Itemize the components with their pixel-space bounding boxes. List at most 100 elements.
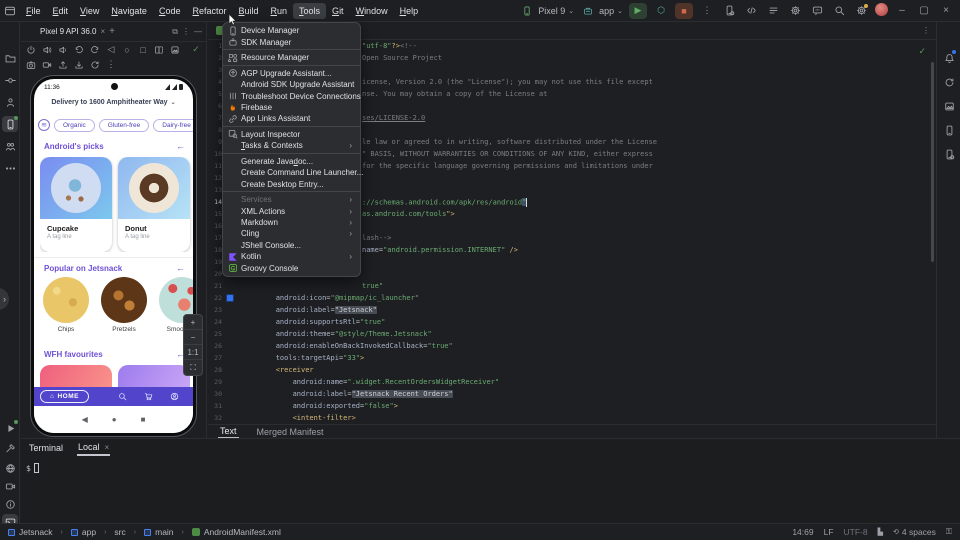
menu-item-app-links-assistant[interactable]: App Links Assistant — [223, 113, 360, 124]
run-config-selector[interactable]: app ⌄ — [580, 3, 623, 19]
close-tab-icon[interactable]: × — [105, 443, 110, 452]
back-icon[interactable]: ◁ — [105, 44, 117, 56]
volume-up-icon[interactable] — [41, 44, 53, 56]
screen-record-icon[interactable] — [2, 478, 18, 494]
reset-icon[interactable] — [89, 59, 101, 71]
device-selector[interactable]: Pixel 9 ⌄ — [519, 3, 574, 19]
filter-icon[interactable]: ≋ — [38, 119, 50, 131]
code-line[interactable]: 32 <intent-filter> — [208, 412, 936, 424]
more-icon[interactable] — [2, 160, 18, 176]
menu-refactor[interactable]: Refactor — [186, 3, 232, 19]
snack-card[interactable]: CupcakeA tag line — [40, 157, 112, 252]
menu-item-markdown[interactable]: Markdown› — [223, 217, 360, 228]
nav-back-button[interactable]: ◀ — [82, 415, 88, 424]
structure-icon[interactable] — [2, 94, 18, 110]
run-icon[interactable] — [2, 420, 18, 436]
menu-window[interactable]: Window — [350, 3, 394, 19]
screen-record-icon[interactable] — [41, 59, 53, 71]
menu-view[interactable]: View — [74, 3, 105, 19]
menu-build[interactable]: Build — [232, 3, 264, 19]
gradle-icon[interactable] — [941, 74, 957, 90]
zoom-control-−[interactable]: − — [184, 330, 202, 345]
rotate-right-icon[interactable] — [89, 44, 101, 56]
stop-button[interactable]: ■ — [675, 3, 693, 19]
menu-item-agp-upgrade-assistant[interactable]: AGP Upgrade Assistant... — [223, 68, 360, 79]
menu-item-cling[interactable]: Cling› — [223, 228, 360, 239]
code-line[interactable]: 25 android:theme="@style/Theme.Jetsnack" — [208, 328, 936, 340]
rotate-left-icon[interactable] — [73, 44, 85, 56]
terminal-tab-local[interactable]: Local × — [77, 440, 110, 456]
column-mode-icon[interactable]: ▙ — [878, 528, 883, 536]
menu-item-sdk-manager[interactable]: SDK Manager — [223, 36, 360, 47]
zoom-control-+[interactable]: + — [184, 315, 202, 330]
project-icon[interactable] — [2, 50, 18, 66]
web-icon[interactable] — [2, 460, 18, 476]
code-line[interactable]: 26 android:enableOnBackInvokedCallback="… — [208, 340, 936, 352]
device-manager-icon[interactable] — [941, 122, 957, 138]
menu-navigate[interactable]: Navigate — [105, 3, 153, 19]
run-button[interactable]: ▶ — [629, 3, 647, 19]
manifest-tab-text[interactable]: Text — [218, 425, 239, 439]
editor-options-icon[interactable]: ⋮ — [922, 26, 930, 35]
zoom-fit-icon[interactable]: ⛶ — [184, 360, 202, 375]
nav-cart-icon[interactable] — [135, 392, 161, 401]
power-icon[interactable] — [25, 44, 37, 56]
nav-search-icon[interactable] — [109, 392, 135, 401]
menu-item-troubleshoot-device-connections[interactable]: Troubleshoot Device Connections — [223, 90, 360, 101]
code-line[interactable]: 27 tools:targetApi="33"> — [208, 352, 936, 364]
camera-icon[interactable] — [25, 59, 37, 71]
code-line[interactable]: 21true" — [208, 280, 936, 292]
menu-run[interactable]: Run — [265, 3, 294, 19]
breadcrumb-item[interactable]: AndroidManifest.xml — [192, 527, 281, 537]
menu-item-create-command-line-launcher[interactable]: Create Command Line Launcher... — [223, 167, 360, 178]
menu-help[interactable]: Help — [394, 3, 425, 19]
menu-item-layout-inspector[interactable]: Layout Inspector — [223, 129, 360, 140]
commit-icon[interactable] — [2, 72, 18, 88]
menu-item-kotlin[interactable]: Kotlin› — [223, 251, 360, 262]
menu-edit[interactable]: Edit — [47, 3, 75, 19]
code-line[interactable]: 30 android:label="Jetsnack Recent Orders… — [208, 388, 936, 400]
code-with-me-icon[interactable] — [743, 3, 759, 19]
popular-snack[interactable]: Pretzels — [100, 277, 148, 343]
sync-devices-icon[interactable] — [721, 3, 737, 19]
manifest-tab-merged-manifest[interactable]: Merged Manifest — [255, 426, 326, 438]
menu-file[interactable]: File — [20, 3, 47, 19]
panel-options-icon[interactable]: ⋮ — [182, 27, 190, 36]
terminal-output[interactable]: $ — [21, 457, 960, 473]
code-line[interactable]: 28 <receiver — [208, 364, 936, 376]
arrow-left-icon[interactable]: ← — [176, 141, 185, 151]
profile-avatar[interactable] — [875, 3, 888, 16]
indent-setting[interactable]: ⟲ 4 spaces — [893, 527, 936, 537]
menu-item-device-manager[interactable]: Device Manager — [223, 25, 360, 36]
home-icon[interactable]: ○ — [121, 44, 133, 56]
close-button[interactable]: × — [938, 5, 954, 16]
minimize-button[interactable]: – — [894, 5, 910, 16]
add-device-icon[interactable]: + — [109, 26, 115, 37]
editor-scrollbar[interactable] — [931, 62, 934, 262]
menu-item-xml-actions[interactable]: XML Actions› — [223, 205, 360, 216]
inspections-ok-icon[interactable]: ✓ — [918, 46, 926, 57]
file-encoding[interactable]: UTF-8 — [844, 527, 868, 537]
menu-code[interactable]: Code — [153, 3, 187, 19]
menu-item-groovy-console[interactable]: Groovy Console — [223, 262, 360, 273]
download-icon[interactable] — [73, 59, 85, 71]
close-tab-icon[interactable]: × — [100, 27, 105, 36]
menu-item-android-sdk-upgrade-assistant[interactable]: Android SDK Upgrade Assistant — [223, 79, 360, 90]
breadcrumb-item[interactable]: app — [71, 527, 96, 537]
build-icon[interactable] — [2, 440, 18, 456]
running-devices-icon[interactable] — [941, 98, 957, 114]
nav-profile-icon[interactable] — [161, 392, 187, 401]
zoom-control-1:1[interactable]: 1:1 — [184, 345, 202, 360]
notifications-icon[interactable] — [941, 50, 957, 66]
more-actions-icon[interactable]: ⋮ — [699, 3, 715, 19]
ai-assistant-icon[interactable] — [809, 3, 825, 19]
menu-item-resource-manager[interactable]: Resource Manager — [223, 52, 360, 63]
problems-icon[interactable] — [2, 496, 18, 512]
open-in-window-icon[interactable]: ⧉ — [172, 27, 178, 37]
wfh-card[interactable] — [118, 365, 190, 389]
breadcrumb-item[interactable]: Jetsnack — [8, 527, 53, 537]
code-line[interactable]: 29 android:name=".widget.RecentOrdersWid… — [208, 376, 936, 388]
line-separator[interactable]: LF — [824, 527, 834, 537]
code-line[interactable]: 22 android:icon="@mipmap/ic_launcher" — [208, 292, 936, 304]
code-line[interactable]: 31 android:exported="false"> — [208, 400, 936, 412]
